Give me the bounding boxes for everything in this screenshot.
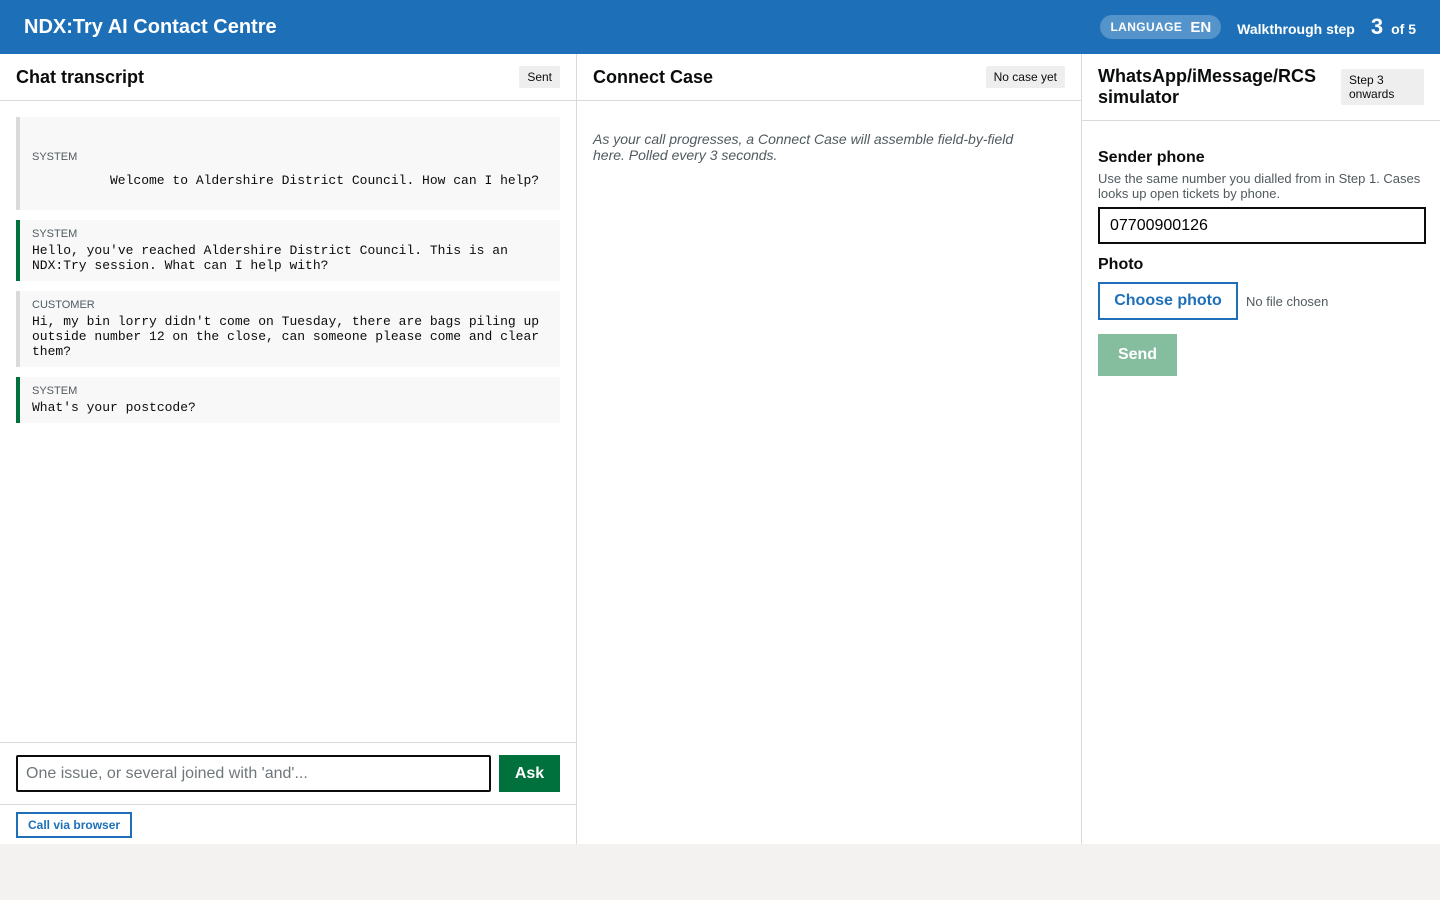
message-role: SYSTEM: [32, 228, 78, 240]
language-toggle[interactable]: LANGUAGE EN: [1100, 15, 1222, 39]
chat-panel: Chat transcript Sent SYSTEM Welcome to A…: [0, 54, 577, 844]
case-panel-title: Connect Case: [593, 66, 714, 87]
chat-transcript[interactable]: SYSTEM Welcome to Aldershire District Co…: [0, 101, 576, 449]
connect-case-panel: Connect Case No case yet As your call pr…: [577, 54, 1082, 844]
messaging-simulator-panel: WhatsApp/iMessage/RCS simulator Step 3 o…: [1082, 54, 1440, 844]
simulator-panel-title: WhatsApp/iMessage/RCS simulator: [1098, 66, 1317, 107]
case-panel-header: Connect Case No case yet: [577, 54, 1081, 101]
message-text: Hi, my bin lorry didn't come on Tuesday,…: [32, 314, 547, 359]
chat-message: CUSTOMER Hi, my bin lorry didn't come on…: [16, 291, 560, 367]
chat-message: SYSTEM Hello, you've reached Aldershire …: [16, 220, 560, 281]
app-header: NDX:Try AI Contact Centre LANGUAGE EN Wa…: [0, 0, 1440, 54]
walkthrough-indicator: Walkthrough step 3 of 5: [1237, 14, 1416, 40]
message-text: Welcome to Aldershire District Council. …: [110, 173, 540, 188]
chat-composer: Ask: [0, 742, 576, 805]
message-role: SYSTEM: [32, 385, 78, 397]
main-layout: Chat transcript Sent SYSTEM Welcome to A…: [0, 54, 1440, 844]
chat-message: SYSTEM What's your postcode?: [16, 377, 560, 423]
case-status-badge: No case yet: [985, 66, 1065, 88]
app-title: NDX:Try AI Contact Centre: [24, 15, 277, 38]
chat-status-badge: Sent: [519, 66, 560, 88]
photo-label: Photo: [1098, 256, 1144, 273]
file-status-text: No file chosen: [1246, 293, 1329, 309]
chat-panel-header: Chat transcript Sent: [0, 54, 576, 101]
case-placeholder-text: As your call progresses, a Connect Case …: [593, 131, 1014, 163]
simulator-form: Sender phone Use the same number you dia…: [1082, 121, 1440, 392]
message-text: Hello, you've reached Aldershire Distric…: [32, 243, 516, 273]
simulator-step-badge: Step 3 onwards: [1341, 69, 1424, 105]
ask-button[interactable]: Ask: [499, 755, 560, 792]
sender-phone-input[interactable]: [1098, 207, 1426, 244]
sender-phone-hint: Use the same number you dialled from in …: [1098, 171, 1421, 201]
language-code: EN: [1190, 18, 1212, 36]
walkthrough-label: Walkthrough step: [1237, 21, 1355, 37]
choose-photo-button[interactable]: Choose photo: [1098, 282, 1238, 320]
walkthrough-total: of 5: [1391, 21, 1416, 37]
message-role: SYSTEM: [32, 151, 78, 163]
message-role: CUSTOMER: [32, 299, 95, 311]
message-text: What's your postcode?: [32, 400, 196, 415]
chat-message: SYSTEM Welcome to Aldershire District Co…: [16, 117, 560, 210]
chat-input[interactable]: [16, 755, 491, 792]
sender-phone-label: Sender phone: [1098, 149, 1205, 166]
walkthrough-step-number: 3: [1370, 14, 1384, 39]
language-label: LANGUAGE: [1110, 20, 1183, 34]
photo-file-row: Choose photo No file chosen: [1098, 282, 1424, 320]
call-via-browser-button[interactable]: Call via browser: [16, 812, 133, 838]
send-button[interactable]: Send: [1098, 334, 1177, 376]
simulator-panel-header: WhatsApp/iMessage/RCS simulator Step 3 o…: [1082, 54, 1440, 121]
chat-panel-title: Chat transcript: [16, 66, 145, 87]
